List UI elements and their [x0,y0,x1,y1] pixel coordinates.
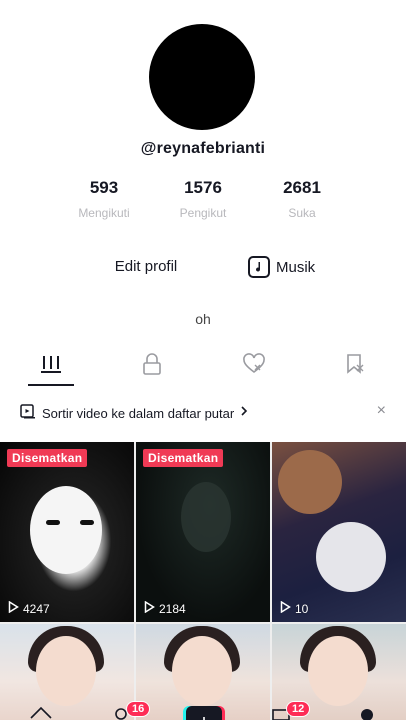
profile-avatar[interactable] [149,24,255,130]
stat-followers[interactable]: 1576 Pengikut [153,178,253,220]
play-icon [144,600,155,616]
lock-icon [142,352,162,380]
stat-following-value: 593 [89,178,119,197]
friends-badge: 16 [126,701,151,717]
thumbnail-face [181,482,231,552]
thumbnail-face [308,636,368,706]
inbox-badge: 12 [286,701,311,717]
view-count: 10 [280,600,309,616]
stat-followers-value: 1576 [184,178,222,197]
close-icon[interactable]: × [377,402,386,420]
chevron-right-icon [240,404,248,422]
pinned-badge: Disematkan [7,449,88,467]
profile-tabs [0,346,406,388]
music-button-label: Musik [276,258,316,276]
thumbnail-face [172,636,232,706]
nav-inbox[interactable]: 12 [266,701,311,720]
stat-likes-value: 2681 [283,178,321,197]
edit-profile-button[interactable]: Edit profil [96,254,196,280]
playlist-icon [20,403,36,424]
stat-followers-label: Pengikut [179,206,227,220]
nav-home[interactable] [26,704,56,720]
play-icon [280,600,291,616]
stat-likes[interactable]: 2681 Suka [252,178,352,220]
play-icon [8,600,19,616]
tab-videos[interactable] [1,346,101,386]
create-plus-button[interactable] [186,706,222,720]
video-grid: Disematkan 4247 Disematkan 2184 10 [0,442,406,720]
profile-icon [359,704,375,720]
tab-liked[interactable] [204,346,304,386]
music-button[interactable]: Musik [248,254,315,280]
tab-private[interactable] [102,346,202,386]
stat-likes-label: Suka [288,206,316,220]
video-thumbnail[interactable]: Disematkan 4247 [0,442,134,622]
thumbnail-face [30,486,102,574]
view-count-value: 2184 [159,601,186,616]
active-tab-indicator [28,384,74,386]
view-count-value: 10 [295,601,309,616]
view-count: 4247 [8,600,50,616]
thumbnail-bear [278,450,342,514]
nav-friends[interactable]: 16 [106,701,151,720]
music-note-icon [248,256,270,278]
view-count: 2184 [144,600,186,616]
view-count-value: 4247 [23,601,50,616]
video-thumbnail[interactable]: Disematkan 2184 [136,442,270,622]
plus-icon [200,712,208,720]
pinned-badge: Disematkan [143,449,224,467]
thumbnail-face [316,522,386,592]
profile-bio: oh [195,311,211,327]
tab-saved[interactable] [306,346,406,386]
video-thumbnail[interactable]: 10 [272,442,406,622]
thumbnail-eye [46,520,60,525]
thumbnail-eye [80,520,94,525]
home-icon [28,704,54,720]
playlist-prompt-text: Sortir video ke dalam daftar putar [42,405,235,421]
stat-following-label: Mengikuti [78,206,130,220]
liked-heart-icon [242,352,266,380]
profile-username: @reynafebrianti [140,140,266,157]
grid-bars-icon [40,354,62,379]
profile-stats: 593 Mengikuti 1576 Pengikut 2681 Suka [0,178,406,226]
playlist-prompt[interactable]: Sortir video ke dalam daftar putar × [20,400,390,426]
nav-profile[interactable] [352,704,382,720]
saved-bookmark-icon [344,353,368,380]
thumbnail-face [36,636,96,706]
stat-following[interactable]: 593 Mengikuti [54,178,154,220]
